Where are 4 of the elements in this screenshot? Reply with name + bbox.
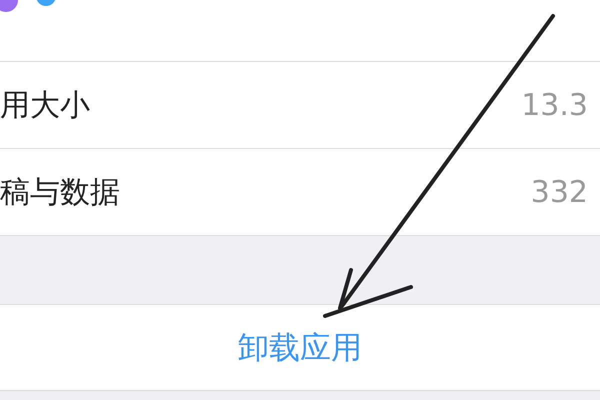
row-value: 332 <box>530 174 588 210</box>
row-label: 用大小 <box>0 86 90 124</box>
row-value: 13.3 <box>521 88 588 122</box>
row-label: 稿与数据 <box>0 174 120 212</box>
